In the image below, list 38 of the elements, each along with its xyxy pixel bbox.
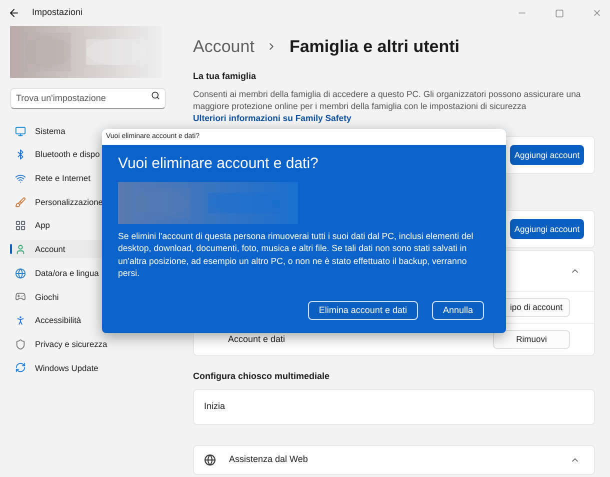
wifi-icon: [15, 172, 26, 184]
kiosk-card[interactable]: Inizia: [193, 388, 595, 424]
maximize-icon[interactable]: [555, 8, 564, 18]
apps-icon: [15, 220, 26, 232]
back-icon[interactable]: [8, 7, 20, 19]
cancel-button[interactable]: Annulla: [432, 301, 484, 320]
user-icon: [15, 244, 26, 255]
gamepad-icon: [15, 291, 26, 302]
section-heading: Configura chiosco multimediale: [193, 370, 331, 383]
add-account-button[interactable]: Aggiungi account: [510, 219, 584, 239]
row-label: Account e dati: [228, 332, 286, 346]
sidebar-item[interactable]: Giochi: [10, 288, 190, 306]
search-field[interactable]: Trova un'impostazione: [10, 88, 166, 108]
globe-icon: [204, 454, 216, 466]
family-description: Consenti ai membri della famiglia di accedere a questo PC. Gli organizzatori possono assicurare una maggiore protezione online per i membri della famiglia con le impostazioni di sicurezza Ulteriori informazioni su Family Safety: [193, 88, 582, 124]
sidebar-item[interactable]: Personalizzazione: [10, 193, 190, 212]
window-title: Impostazioni: [32, 6, 84, 20]
close-icon[interactable]: [592, 8, 602, 18]
update-icon: [15, 362, 26, 374]
monitor-icon: [15, 126, 26, 136]
breadcrumb-parent[interactable]: Account: [193, 34, 254, 60]
delete-button[interactable]: Elimina account e dati: [308, 301, 418, 320]
sidebar-item[interactable]: Privacy e sicurezza: [10, 335, 190, 354]
bluetooth-icon: [15, 149, 26, 160]
page-title: Famiglia e altri utenti: [289, 36, 460, 58]
selection-indicator: [10, 244, 12, 254]
row-button[interactable]: Rimuovi: [493, 330, 570, 349]
globe-icon: [15, 268, 26, 279]
shield-icon: [15, 338, 26, 350]
section-heading: La tua famiglia: [193, 70, 258, 83]
sidebar-item[interactable]: Accessibilità: [10, 312, 190, 330]
accessibility-icon: [15, 315, 26, 326]
family-safety-link[interactable]: Ulteriori informazioni su Family Safety: [193, 113, 352, 123]
brush-icon: [15, 196, 26, 208]
add-account-button[interactable]: Aggiungi account: [510, 145, 584, 165]
help-label: Assistenza dal Web: [229, 452, 309, 466]
search-icon: [151, 91, 160, 100]
sidebar-item[interactable]: Windows Update: [10, 358, 190, 377]
